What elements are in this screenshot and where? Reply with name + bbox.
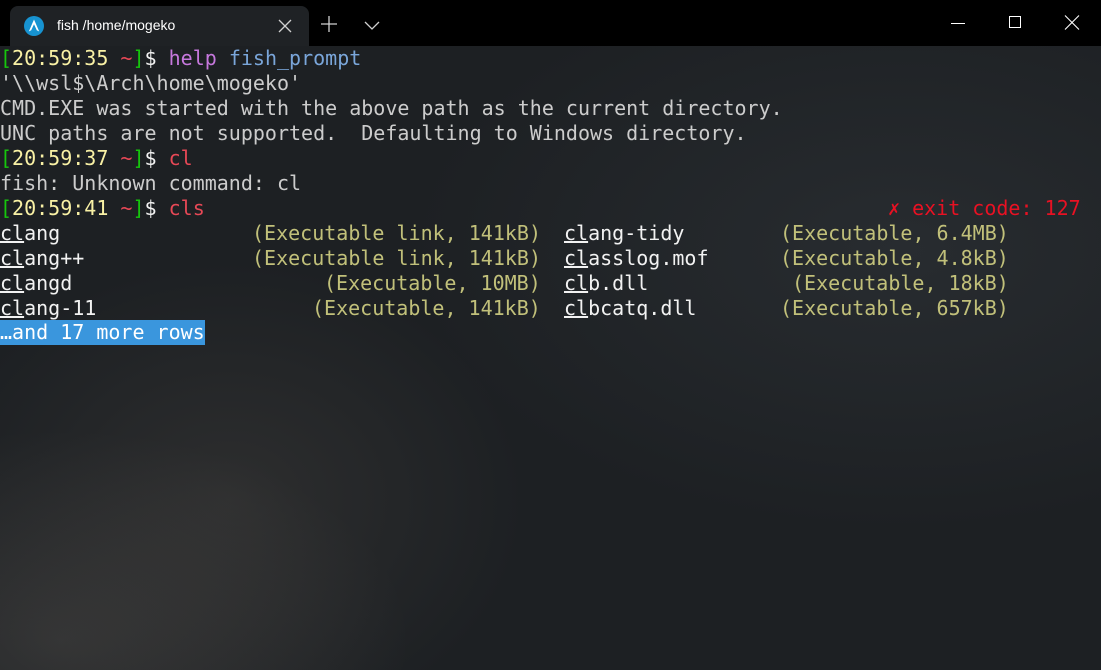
prompt-dir: ~	[120, 46, 133, 70]
completion-description: (Executable, 657kB)	[780, 296, 1009, 320]
completion-item[interactable]: clb.dll	[564, 271, 648, 296]
prompt-line: [20:59:37 ~]$ cl	[0, 146, 193, 170]
completion-item[interactable]: clang++	[0, 246, 84, 271]
completion-item[interactable]: classlog.mof	[564, 246, 709, 271]
exit-code: ✗ exit code: 127	[888, 196, 1081, 220]
prompt-dir: ~	[120, 196, 133, 220]
command-text: cls	[168, 196, 205, 220]
output-line: CMD.EXE was started with the above path …	[0, 96, 783, 120]
completion-description: (Executable, 4.8kB)	[780, 246, 1009, 270]
completion-description: (Executable link, 141kB)	[252, 221, 541, 245]
maximize-icon	[1009, 16, 1021, 28]
close-tab-icon[interactable]	[276, 17, 294, 35]
output-line: '\\wsl$\Arch\home\mogeko'	[0, 71, 302, 95]
completion-description: (Executable link, 141kB)	[252, 246, 541, 270]
command-text: help	[168, 46, 217, 70]
title-bar: fish /home/mogeko	[0, 0, 1101, 46]
completion-item[interactable]: clangd	[0, 271, 72, 296]
tab-title: fish /home/mogeko	[57, 17, 176, 33]
minimize-button[interactable]	[929, 0, 987, 46]
tab-fish[interactable]: fish /home/mogeko	[10, 6, 309, 46]
error-line: fish: Unknown command: cl	[0, 171, 302, 195]
prompt-dir: ~	[120, 146, 133, 170]
chevron-down-icon[interactable]	[362, 15, 382, 35]
completion-item[interactable]: clbcatq.dll	[564, 296, 696, 321]
prompt-time: 20:59:41	[12, 196, 109, 220]
close-icon	[1064, 15, 1080, 30]
completion-item[interactable]: clang	[0, 221, 60, 246]
terminal-window: fish /home/mogeko [20:59:35 ~]$ help fis…	[0, 0, 1101, 670]
command-argument: fish_prompt	[228, 46, 362, 70]
completion-description: (Executable, 141kB)	[312, 296, 541, 320]
prompt-line: [20:59:41 ~]$ cls	[0, 196, 205, 220]
new-tab-icon[interactable]	[319, 14, 339, 34]
arch-linux-icon	[24, 16, 44, 36]
completion-description: (Executable, 18kB)	[792, 271, 1009, 295]
close-window-button[interactable]	[1043, 0, 1101, 46]
prompt-time: 20:59:35	[12, 46, 109, 70]
prompt-line: [20:59:35 ~]$ help fish_prompt	[0, 46, 362, 70]
prompt-time: 20:59:37	[12, 146, 109, 170]
maximize-button[interactable]	[986, 0, 1044, 46]
more-rows-indicator[interactable]: …and 17 more rows	[0, 320, 205, 345]
completion-description: (Executable, 6.4MB)	[780, 221, 1009, 245]
completion-item[interactable]: clang-tidy	[564, 221, 684, 246]
completion-description: (Executable, 10MB)	[324, 271, 541, 295]
output-line: UNC paths are not supported. Defaulting …	[0, 121, 747, 145]
completion-item[interactable]: clang-11	[0, 296, 96, 321]
terminal-output[interactable]: [20:59:35 ~]$ help fish_prompt '\\wsl$\A…	[0, 46, 1101, 670]
command-text: cl	[168, 146, 193, 170]
minimize-icon	[951, 23, 965, 24]
